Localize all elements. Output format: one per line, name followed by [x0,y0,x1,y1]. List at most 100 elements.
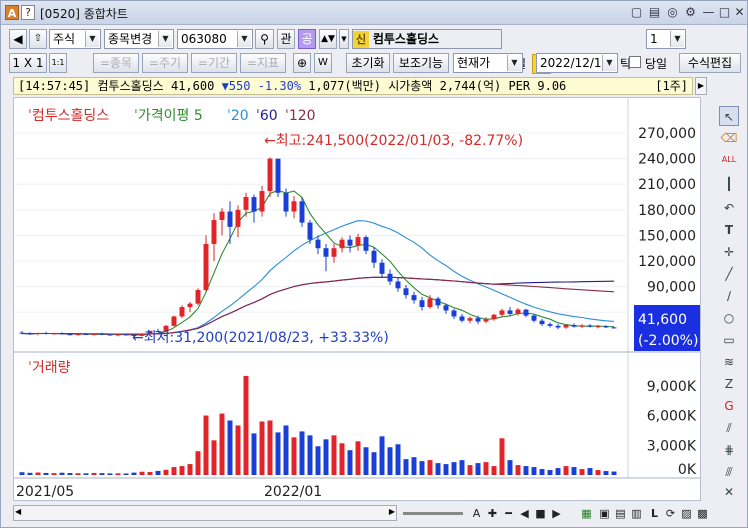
volume-bar [91,472,97,475]
market-type-select[interactable]: 주식 ▼ [49,29,101,49]
maximize-icon[interactable]: □ [717,5,732,20]
forward-icon[interactable]: ▶ [549,506,564,521]
volume-bar [51,473,57,475]
per-value: 9.06 [537,79,567,93]
settings-icon[interactable]: ⚙ [683,5,698,20]
stop-icon[interactable]: ■ [533,506,548,521]
scroll-left-icon[interactable]: ◀ [15,507,21,516]
sync-indicator-button[interactable]: =지표 [240,53,286,73]
chevron-right-icon[interactable]: ▶ [695,77,707,95]
crosshair-icon[interactable]: ✛ [719,242,739,262]
volume-bar [515,465,521,475]
today-checkbox[interactable] [629,56,641,68]
help-icon[interactable]: ? [21,5,35,20]
zoom-in-icon[interactable]: ✚ [485,506,500,521]
zigzag-icon[interactable]: Z [719,374,739,394]
sync-item-button[interactable]: =종목 [93,53,139,73]
candle-body [43,333,49,335]
market-type-value: 주식 [53,32,76,46]
volume-bar [67,473,73,475]
date-select[interactable]: 2022/12/16 ▼ [536,53,618,73]
chevron-down-icon[interactable]: ▼ [339,29,349,49]
volume-bar [19,472,25,475]
chart-panel[interactable]: 270,000 240,000 210,000 180,000 150,000 120,0… [13,97,701,501]
spin-updown-icon[interactable]: ▲▼ [319,29,337,49]
horizontal-scrollbar[interactable]: ◀ ▶ [13,505,397,521]
camera-icon[interactable]: ◎ [665,5,680,20]
minimize-icon[interactable]: — [701,5,716,20]
bar-tool-icon[interactable]: ┃ [719,174,739,194]
volume-bar [539,469,545,475]
layout-icon[interactable]: ▨ [679,506,694,521]
pin-icon[interactable]: ⊕ [293,53,311,73]
print-icon[interactable]: ▥ [629,506,644,521]
volume-bar [331,435,337,475]
candle-body [371,250,377,263]
candle-body [507,310,513,314]
cross-hatch-icon[interactable]: ✕ [719,482,739,502]
aux-function-button[interactable]: 보조기능 [393,53,449,73]
link-icon[interactable]: ▢ [629,5,644,20]
candle-body [435,298,441,306]
zoom-out-icon[interactable]: ━ [501,506,516,521]
wave-icon[interactable]: W [314,53,332,73]
gann-icon[interactable]: G [719,396,739,416]
search-icon[interactable]: ⚲ [255,29,274,49]
candle-body [491,314,497,319]
refresh-icon[interactable]: ⟳ [663,506,678,521]
scroll-right-icon[interactable]: ▶ [389,507,395,516]
price-type-select[interactable]: 현재가 ▼ [453,53,523,73]
candle-body [603,326,609,328]
stock-code-value: 063080 [181,32,227,46]
volume-legend-label: 거래량 [32,360,71,376]
candle-body [227,211,233,227]
play-icon[interactable]: ◀ [517,506,532,521]
candle-body [91,333,97,335]
volume-bar [595,470,601,475]
log-scale-button[interactable]: L [647,506,662,521]
prev-item-icon[interactable]: ◀ [9,29,27,49]
save-icon[interactable]: ▣ [597,506,612,521]
edit-formula-button[interactable]: 수식편집 [679,53,741,73]
zoom-slider[interactable] [403,512,463,515]
disclosure-button[interactable]: 공 [298,29,316,49]
pointer-icon[interactable]: ↖ [719,106,739,126]
item-history-icon[interactable]: ⇧ [29,29,47,49]
circle-tool-icon[interactable]: ○ [719,308,739,328]
chart-type-icon[interactable]: ▤ [613,506,628,521]
stock-name-box[interactable]: 신 컴투스홀딩스 [352,29,502,49]
rect-tool-icon[interactable]: ▭ [719,330,739,350]
sync-period-button[interactable]: =주기 [142,53,188,73]
chevron-down-icon: ▼ [670,31,684,47]
reset-button[interactable]: 초기화 [346,53,390,73]
ratio-button[interactable]: 1:1 [49,53,67,73]
text-tool-icon[interactable]: T [719,220,739,240]
volume-bar [475,463,481,475]
watch-button[interactable]: 관 [277,29,295,49]
auto-scale-button[interactable]: A [469,506,484,521]
pattern-icon[interactable]: ⫻ [719,462,739,482]
trendline-icon[interactable]: ╱ [719,264,739,284]
delete-all-icon[interactable]: ALL [719,150,739,170]
eraser-icon[interactable]: ⌫ [719,128,739,148]
close-icon[interactable]: ✕ [732,5,747,20]
sync-range-button[interactable]: =기간 [191,53,237,73]
stock-code-input[interactable]: 063080 ▼ [177,29,253,49]
fibonacci-icon[interactable]: ≋ [719,352,739,372]
volume-bar [491,466,497,475]
app-badge[interactable]: A [5,5,19,20]
excel-icon[interactable]: ▦ [579,506,594,521]
hash-icon[interactable]: ⋕ [719,440,739,460]
channel-icon[interactable]: ⫽ [719,418,739,438]
config-icon[interactable]: ▩ [695,506,710,521]
chart-svg[interactable]: 270,000 240,000 210,000 180,000 150,000 120,0… [14,98,700,500]
line-tool-icon[interactable]: ∕ [719,286,739,306]
change-item-select[interactable]: 종목변경 ▼ [104,29,174,49]
quote-change: ▼550 [221,79,251,93]
candle-body [251,197,257,212]
copy-icon[interactable]: ▤ [647,5,662,20]
undo-icon[interactable]: ↶ [719,198,739,218]
interval-select[interactable]: 1 ▼ [646,29,686,49]
grid-layout-button[interactable]: 1 X 1 [9,53,47,73]
volume-bar [299,431,305,475]
